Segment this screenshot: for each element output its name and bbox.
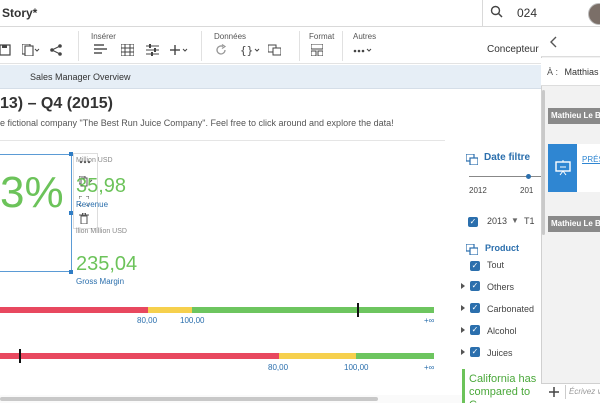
revenue-label: Revenue bbox=[76, 200, 109, 209]
expand-arrow-icon[interactable] bbox=[461, 305, 465, 311]
group-label-format: Format bbox=[309, 32, 335, 41]
page-subtitle: e fictional company "The Best Run Juice … bbox=[0, 118, 394, 128]
group-label-more: Autres bbox=[353, 32, 377, 41]
divider bbox=[0, 140, 445, 141]
recipient-name: Matthias M bbox=[564, 67, 600, 77]
date-filter-title: Date filtre bbox=[484, 152, 531, 163]
checkbox-others[interactable]: ✓ bbox=[470, 281, 480, 291]
slider-handle[interactable] bbox=[526, 174, 531, 179]
add-menu-icon[interactable] bbox=[170, 43, 188, 57]
presentation-link[interactable]: PRÉS bbox=[582, 155, 600, 164]
bullet-2-green-band bbox=[356, 353, 434, 359]
add-icon[interactable] bbox=[548, 385, 560, 403]
more-menu-icon[interactable] bbox=[353, 43, 373, 57]
search-icon bbox=[490, 5, 503, 23]
expand-arrow-icon[interactable] bbox=[461, 327, 465, 333]
bullet-2-yellow-band bbox=[279, 353, 356, 359]
svg-text:{}: {} bbox=[240, 44, 253, 56]
format-icon[interactable] bbox=[311, 43, 323, 57]
checkbox-all[interactable]: ✓ bbox=[470, 261, 480, 271]
message-author: Mathieu Le Be bbox=[548, 216, 600, 232]
story-title: Story* bbox=[2, 6, 38, 20]
recipient-text: À : Matthias M bbox=[547, 67, 600, 77]
gross-margin-label: Gross Margin bbox=[76, 277, 125, 286]
product-filter-title: Product bbox=[485, 243, 520, 253]
toolbar-divider bbox=[201, 31, 202, 61]
bullet-1-yellow-band bbox=[148, 307, 192, 313]
bullet-1-label-100: 100,00 bbox=[180, 316, 205, 325]
presentation-icon bbox=[548, 144, 577, 192]
bullet-1-green-band bbox=[192, 307, 434, 313]
gross-margin-value: 235,04 bbox=[76, 253, 138, 275]
toolbar-divider bbox=[299, 31, 300, 61]
year-select[interactable]: 2013 bbox=[487, 216, 507, 226]
range-start-label: 2012 bbox=[469, 186, 487, 195]
search-button[interactable] bbox=[482, 0, 510, 27]
scrollbar-thumb[interactable] bbox=[0, 397, 378, 401]
product-label-alcohol: Alcohol bbox=[487, 326, 517, 336]
product-label-juices: Juices bbox=[487, 348, 513, 358]
checkbox-carbonated[interactable]: ✓ bbox=[470, 303, 480, 313]
date-filter-checkbox[interactable]: ✓ bbox=[468, 217, 478, 227]
toolbar-divider bbox=[78, 31, 79, 61]
checkbox-juices[interactable]: ✓ bbox=[470, 347, 480, 357]
bullet-2-label-inf: +∞ bbox=[424, 363, 435, 372]
delete-icon[interactable] bbox=[79, 212, 89, 226]
save-icon[interactable] bbox=[0, 43, 12, 57]
bullet-1-label-80: 80,00 bbox=[137, 316, 158, 325]
divider bbox=[565, 385, 566, 399]
panel-scrollbar[interactable] bbox=[542, 90, 545, 235]
table-icon[interactable] bbox=[120, 43, 134, 57]
tab-sales-manager-overview[interactable]: Sales Manager Overview bbox=[30, 72, 131, 82]
product-label-all: Tout bbox=[487, 260, 505, 270]
share-icon[interactable] bbox=[50, 43, 62, 57]
bullet-1-actual-marker bbox=[357, 303, 359, 317]
search-input[interactable]: 024 bbox=[517, 6, 537, 20]
expand-arrow-icon[interactable] bbox=[461, 349, 465, 355]
kpi-percent-value: 3% bbox=[0, 168, 64, 217]
revenue-unit-label: Million USD bbox=[76, 157, 113, 164]
range-end-label: 201 bbox=[520, 186, 534, 195]
bullet-2-label-100: 100,00 bbox=[344, 363, 369, 372]
group-label-data: Données bbox=[214, 32, 247, 41]
input-control-icon[interactable] bbox=[145, 43, 159, 57]
text-icon[interactable] bbox=[93, 43, 107, 57]
calendar-filter-icon bbox=[465, 152, 479, 170]
bullet-1-red-band bbox=[0, 307, 148, 313]
chevron-down-icon[interactable]: ▼ bbox=[511, 216, 519, 225]
product-label-others: Others bbox=[487, 282, 515, 292]
bullet-2-red-band bbox=[0, 353, 279, 359]
toolbar-divider bbox=[342, 31, 343, 61]
page-title: 13) – Q4 (2015) bbox=[0, 95, 113, 112]
group-label-insert: Insérer bbox=[91, 32, 116, 41]
quarter-select[interactable]: T1 bbox=[524, 216, 535, 226]
expand-arrow-icon[interactable] bbox=[461, 283, 465, 289]
refresh-icon[interactable] bbox=[215, 43, 227, 57]
bullet-1-label-inf: +∞ bbox=[424, 316, 435, 325]
recipient-prefix: À : bbox=[547, 67, 559, 77]
top-bar bbox=[0, 0, 600, 27]
product-label-carbonated: Carbonated bbox=[487, 304, 535, 314]
bullet-2-label-80: 80,00 bbox=[268, 363, 289, 372]
product-filter-icon bbox=[465, 242, 479, 260]
chevron-left-icon[interactable] bbox=[550, 35, 558, 53]
message-author: Mathieu Le Be bbox=[548, 108, 600, 124]
resize-handle[interactable] bbox=[69, 270, 73, 274]
checkbox-alcohol[interactable]: ✓ bbox=[470, 325, 480, 335]
insight-text: California has compared to C bbox=[469, 373, 537, 403]
revenue-value: 35,98 bbox=[76, 175, 127, 197]
bullet-2-actual-marker bbox=[19, 349, 21, 363]
formula-menu-icon[interactable]: {} bbox=[240, 43, 260, 57]
copy-menu-icon[interactable] bbox=[22, 43, 40, 57]
message-input[interactable]: Écrivez v bbox=[569, 387, 600, 396]
gross-margin-unit-label: llion Million USD bbox=[76, 228, 127, 235]
designer-button[interactable]: Concepteur bbox=[487, 44, 539, 55]
linked-analysis-icon[interactable] bbox=[267, 43, 281, 57]
